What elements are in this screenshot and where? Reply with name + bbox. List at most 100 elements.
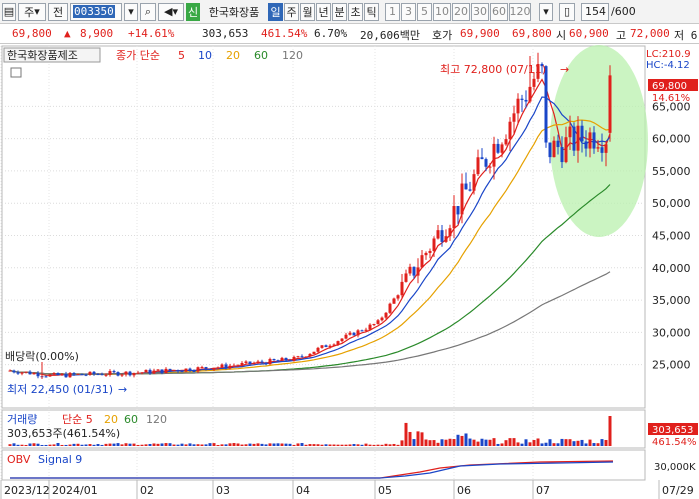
candle-body bbox=[300, 356, 304, 358]
volume-bar bbox=[116, 443, 120, 446]
volume-bar bbox=[176, 444, 180, 446]
market-select[interactable]: 주 ▾ bbox=[18, 2, 46, 21]
period-tab-1[interactable]: 주 bbox=[284, 2, 299, 21]
candle-body bbox=[500, 144, 504, 153]
volume-bar bbox=[492, 438, 496, 446]
candle-body bbox=[484, 159, 488, 167]
volume-bar bbox=[32, 443, 36, 446]
volume-bar bbox=[604, 439, 608, 446]
volume-ma-20: 20 bbox=[104, 413, 118, 426]
interval-tab-120[interactable]: 120 bbox=[509, 2, 531, 21]
y-tick-label: 60,000 bbox=[652, 133, 691, 146]
volume-ma-120: 120 bbox=[146, 413, 167, 426]
volume-bar bbox=[328, 444, 332, 446]
candle-body bbox=[256, 361, 260, 363]
candle-body bbox=[276, 360, 280, 362]
candle-body bbox=[216, 367, 220, 369]
candle-body bbox=[532, 78, 536, 87]
candle-body bbox=[316, 347, 320, 352]
candle-body bbox=[236, 365, 240, 367]
speaker-icon[interactable]: ◀▾ bbox=[158, 2, 184, 21]
volume-bar bbox=[144, 444, 148, 446]
high-annotation: 최고 72,800 (07/11) bbox=[440, 63, 546, 76]
interval-tab-1[interactable]: 1 bbox=[385, 2, 400, 21]
candle-body bbox=[160, 369, 164, 374]
candle-body bbox=[12, 370, 16, 373]
candle-body bbox=[416, 267, 420, 276]
interval-tab-20[interactable]: 20 bbox=[452, 2, 470, 21]
ask-label: 호가 bbox=[432, 29, 453, 42]
obv-signal-label: Signal 9 bbox=[38, 453, 82, 466]
period-tab-3[interactable]: 년 bbox=[316, 2, 331, 21]
volume-bar bbox=[208, 443, 212, 446]
interval-tab-30[interactable]: 30 bbox=[471, 2, 489, 21]
candle-body bbox=[140, 372, 144, 374]
current-price: 69,800 bbox=[12, 27, 52, 40]
low-annotation: 최저 22,450 (01/31) bbox=[7, 383, 113, 396]
stock-chart[interactable]: 25,000 30,000 35,000 40,000 45,000 50,000 55,0… bbox=[0, 44, 699, 499]
volume-bar bbox=[556, 443, 560, 446]
x-tick-label: 04 bbox=[296, 484, 310, 497]
volume-bar bbox=[504, 440, 508, 446]
volume-bar bbox=[120, 444, 124, 446]
candle-body bbox=[328, 345, 332, 348]
period-tab-6[interactable]: 틱 bbox=[364, 2, 379, 21]
volume-bar bbox=[12, 443, 16, 446]
candle-body bbox=[424, 252, 428, 256]
period-tab-2[interactable]: 월 bbox=[300, 2, 315, 21]
candle-body bbox=[524, 99, 528, 102]
candle-body bbox=[20, 372, 24, 374]
high-label: 고 bbox=[616, 29, 627, 42]
volume-bar bbox=[456, 434, 460, 446]
interval-tab-10[interactable]: 10 bbox=[433, 2, 451, 21]
trade-amount: 20,606백만 bbox=[360, 29, 420, 42]
volume-bar bbox=[260, 443, 264, 446]
candle-body bbox=[156, 369, 160, 371]
candle-body bbox=[472, 174, 476, 191]
interval-dropdown-icon[interactable]: ▾ bbox=[539, 2, 553, 21]
obv-label: OBV bbox=[7, 453, 31, 466]
zoom-minus-icon[interactable]: ▯ bbox=[559, 2, 575, 21]
period-tab-0[interactable]: 일 bbox=[268, 2, 283, 21]
volume-bar bbox=[536, 438, 540, 446]
y-tick-label: 40,000 bbox=[652, 262, 691, 275]
candle-body bbox=[232, 365, 236, 367]
stock-code-input[interactable]: 003350 bbox=[70, 2, 122, 21]
volume-bar bbox=[72, 443, 76, 446]
candle-body bbox=[596, 147, 600, 149]
candle-body bbox=[324, 345, 328, 348]
ask-price: 69,900 bbox=[460, 27, 500, 40]
candle-body bbox=[88, 371, 92, 375]
period-tab-4[interactable]: 분 bbox=[332, 2, 347, 21]
interval-tab-60[interactable]: 60 bbox=[490, 2, 508, 21]
volume-bar bbox=[352, 444, 356, 446]
code-dropdown-icon[interactable]: ▾ bbox=[124, 2, 138, 21]
volume-bar bbox=[60, 444, 64, 446]
volume-bar bbox=[264, 444, 268, 446]
period-tab-5[interactable]: 초 bbox=[348, 2, 363, 21]
candle-body bbox=[136, 372, 140, 374]
count-input[interactable]: 154 bbox=[581, 2, 609, 21]
volume-bar bbox=[568, 439, 572, 446]
interval-tab-3[interactable]: 3 bbox=[401, 2, 416, 21]
window-menu-icon[interactable]: ▤ bbox=[2, 2, 16, 21]
volume-bar bbox=[380, 444, 384, 446]
candle-body bbox=[212, 368, 216, 370]
high-arrow-icon: → bbox=[560, 63, 569, 76]
interval-tab-5[interactable]: 5 bbox=[417, 2, 432, 21]
candle-body bbox=[84, 374, 88, 376]
volume-bar bbox=[296, 443, 300, 446]
volume-bar bbox=[600, 439, 604, 446]
volume-bar bbox=[8, 444, 12, 446]
bid-price: 69,800 bbox=[512, 27, 552, 40]
volume-bar bbox=[412, 439, 416, 446]
type-button[interactable]: 전 bbox=[48, 2, 68, 21]
up-arrow-icon: ▲ bbox=[64, 27, 71, 40]
volume-bar bbox=[172, 444, 176, 446]
last-price-label: 69,800 bbox=[652, 81, 687, 92]
candle-body bbox=[400, 281, 404, 296]
volume-bar bbox=[520, 443, 524, 446]
search-icon[interactable]: ⌕ bbox=[140, 2, 156, 21]
volume-bar bbox=[436, 442, 440, 446]
volume-ma-label: 단순 5 bbox=[62, 413, 93, 426]
